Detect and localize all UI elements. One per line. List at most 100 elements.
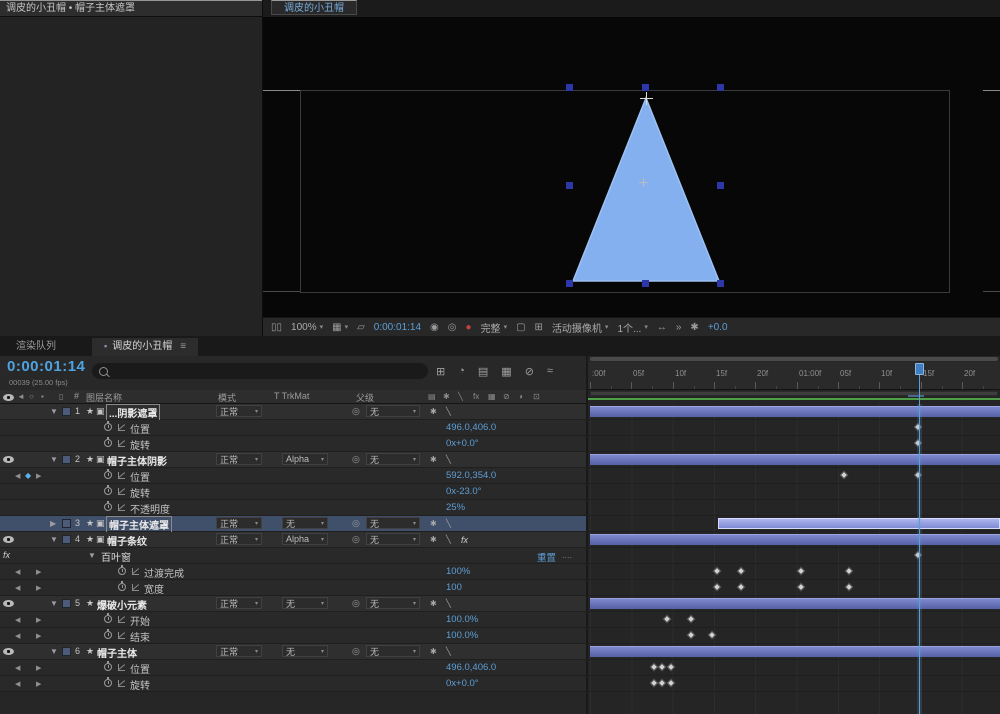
fx-switch-icon[interactable]: fx [461,535,468,545]
property-row[interactable]: 旋转0x+0.0° [0,436,1000,452]
parent-pickwhip-icon[interactable]: ◎ [352,518,360,529]
property-value[interactable]: 25% [446,502,465,513]
quality-switch-icon[interactable]: ╲ [446,647,451,656]
property-name[interactable]: 位置 [130,421,150,436]
property-row[interactable]: ◀▶位置496.0,406.0 [0,660,1000,676]
region-of-interest-icon[interactable]: ▱ [357,322,365,333]
exposure-value[interactable]: +0.0 [708,322,728,333]
blend-mode-select[interactable]: 正常▾ [216,533,262,545]
property-name[interactable]: 宽度 [144,581,164,596]
keyframe-icon[interactable] [658,679,666,687]
expander-icon[interactable]: ▼ [88,551,96,560]
keyframe-icon[interactable] [663,615,671,623]
property-name[interactable]: 位置 [130,469,150,484]
keyframe-icon[interactable] [667,663,675,671]
snapshot-icon[interactable]: ◉ [430,322,439,333]
keyframe-icon[interactable] [797,583,805,591]
layer-duration-bar[interactable] [590,406,1000,417]
about-effect-link[interactable]: .... [562,550,572,560]
property-name[interactable]: 旋转 [130,677,150,692]
parent-pickwhip-icon[interactable]: ◎ [352,598,360,609]
preview-monitors-icon[interactable]: ▯▯ [271,322,282,333]
label-color-chip[interactable] [62,407,71,416]
anchor-point-icon[interactable] [646,92,647,105]
grid-guides-select[interactable]: ▦▾ [332,322,348,333]
property-name[interactable]: 开始 [130,613,150,628]
layer-duration-bar[interactable] [590,454,1000,465]
layer-duration-bar[interactable] [590,646,1000,657]
parent-pickwhip-icon[interactable]: ◎ [352,534,360,545]
quality-switch-icon[interactable]: ╲ [446,455,451,464]
layer-row[interactable]: ▼5★爆破小元素正常▾无▾◎无▾✱╲ [0,596,1000,612]
stopwatch-icon[interactable] [118,583,126,591]
layer-panel-tab[interactable]: 调皮的小丑帽 • 帽子主体遮罩 [0,0,262,17]
property-row[interactable]: 位置 496.0,406.0 [0,420,1000,436]
blend-mode-select[interactable]: 正常▾ [216,517,262,529]
keyframe-icon[interactable] [840,471,848,479]
composition-viewport[interactable] [263,17,1000,317]
keyframe-icon[interactable] [713,583,721,591]
label-color-chip[interactable] [62,535,71,544]
trkmat-select[interactable]: 无▾ [282,597,328,609]
keyframe-icon[interactable] [737,567,745,575]
collapse-switch-icon[interactable]: ✱ [430,407,437,416]
property-name[interactable]: 过渡完成 [144,565,184,580]
viewer-current-time[interactable]: 0:00:01:14 [374,322,421,333]
property-row[interactable]: ◀▶过渡完成100% [0,564,1000,580]
prev-keyframe-arrow[interactable]: ◀ [15,568,20,576]
label-color-chip[interactable] [62,455,71,464]
quality-switch-icon[interactable]: ╲ [446,535,451,544]
tab-composition-timeline[interactable]: ▪调皮的小丑帽≡ [92,338,198,356]
blend-mode-select[interactable]: 正常▾ [216,453,262,465]
stopwatch-icon[interactable] [118,567,126,575]
exposure-gear-icon[interactable]: ✱ [690,322,698,333]
expander-icon[interactable]: ▶ [50,519,56,528]
selection-handle[interactable] [566,182,573,189]
property-value[interactable]: 496.0,406.0 [446,422,496,433]
property-row[interactable]: ◀▶结束100.0% [0,628,1000,644]
current-timecode[interactable]: 0:00:01:14 [7,358,85,375]
blend-mode-select[interactable]: 正常▾ [216,645,262,657]
parent-pickwhip-icon[interactable]: ◎ [352,406,360,417]
label-color-chip[interactable] [62,647,71,656]
quality-switch-icon[interactable]: ╲ [446,599,451,608]
camera-select[interactable]: 活动摄像机▾ [552,320,609,335]
expander-icon[interactable]: ▼ [50,647,58,656]
keyframe-icon[interactable] [713,567,721,575]
collapse-switch-icon[interactable]: ✱ [430,455,437,464]
collapse-switch-icon[interactable]: ✱ [430,599,437,608]
collapse-switch-icon[interactable]: ✱ [430,535,437,544]
parent-select[interactable]: 无▾ [366,533,420,545]
prev-keyframe-arrow[interactable]: ◀ [15,584,20,592]
layer-name[interactable]: 帽子主体遮罩 [107,517,171,532]
prev-keyframe-arrow[interactable]: ◀ [15,632,20,640]
keyframe-icon[interactable] [667,679,675,687]
property-value[interactable]: 100 [446,582,462,593]
prev-keyframe-arrow[interactable]: ◀ [15,616,20,624]
next-keyframe-arrow[interactable]: ▶ [36,680,41,688]
property-name[interactable]: 不透明度 [130,501,170,516]
property-name[interactable]: 旋转 [130,437,150,452]
property-name[interactable]: 旋转 [130,485,150,500]
expander-icon[interactable]: ▼ [50,455,58,464]
property-name[interactable]: 结束 [130,629,150,644]
effect-name[interactable]: 百叶窗 [101,549,131,564]
property-row[interactable]: ◀▶宽度100 [0,580,1000,596]
property-row[interactable]: ◀▶开始100.0% [0,612,1000,628]
prev-keyframe-arrow[interactable]: ◀ [15,664,20,672]
add-keyframe-diamond[interactable]: ◆ [25,471,31,480]
keyframe-icon[interactable] [708,631,716,639]
property-value[interactable]: 100% [446,566,470,577]
parent-select[interactable]: 无▾ [366,517,420,529]
visibility-eye-icon[interactable] [3,456,14,463]
trkmat-select[interactable]: 无▾ [282,645,328,657]
selection-handle[interactable] [717,280,724,287]
label-color-chip[interactable] [62,599,71,608]
parent-pickwhip-icon[interactable]: ◎ [352,646,360,657]
work-area-bar[interactable] [590,391,998,396]
view-layout-select[interactable]: 1个...▾ [617,320,647,335]
collapse-switch-icon[interactable]: ✱ [430,647,437,656]
property-value[interactable]: 100.0% [446,614,478,625]
effect-group-row[interactable]: fx▼百叶窗重置.... [0,548,1000,564]
parent-select[interactable]: 无▾ [366,645,420,657]
